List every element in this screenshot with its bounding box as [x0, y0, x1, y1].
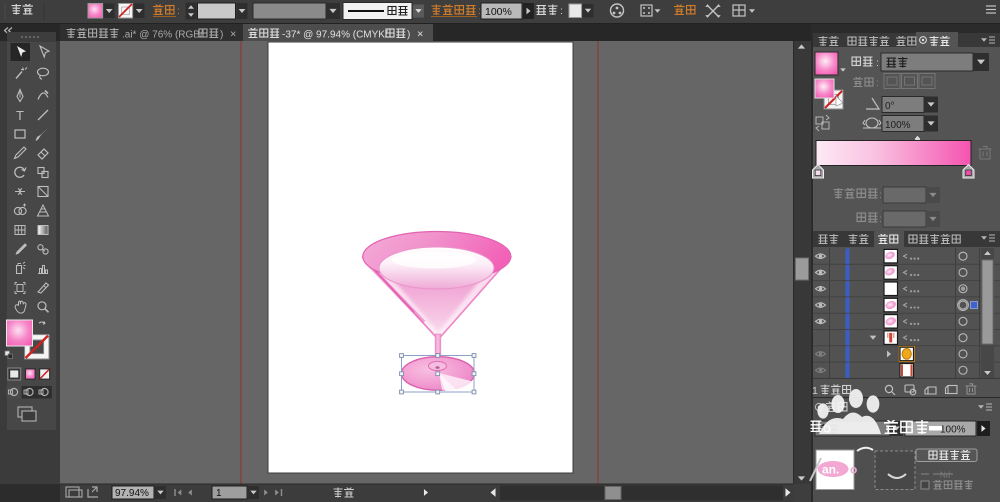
svg-text::: : — [876, 57, 879, 69]
svg-text::: : — [879, 189, 882, 201]
svg-text:): ) — [220, 30, 223, 41]
svg-text::: : — [879, 213, 882, 225]
svg-text:-37* @ 97.94% (CMYK/: -37* @ 97.94% (CMYK/ — [282, 30, 388, 41]
svg-text::: : — [560, 5, 563, 17]
svg-text:100%: 100% — [885, 120, 911, 131]
svg-text:1: 1 — [812, 385, 818, 397]
svg-text:100%: 100% — [940, 425, 966, 436]
svg-text:100%: 100% — [485, 6, 512, 18]
svg-text:×: × — [230, 29, 236, 41]
svg-text:o: o — [850, 463, 857, 477]
svg-text:Nd: Nd — [940, 471, 950, 480]
svg-text::: : — [478, 5, 481, 17]
svg-text:1: 1 — [216, 488, 222, 499]
svg-text::: : — [177, 5, 180, 17]
svg-text:): ) — [407, 30, 410, 41]
svg-text:×: × — [417, 29, 423, 41]
svg-text:an.: an. — [822, 463, 839, 477]
svg-text:0°: 0° — [885, 101, 895, 112]
svg-text:97.94%: 97.94% — [115, 488, 149, 499]
svg-text:T: T — [16, 108, 24, 123]
svg-text::: : — [876, 78, 879, 89]
svg-text:.ai* @ 76% (RGB/: .ai* @ 76% (RGB/ — [122, 30, 203, 41]
